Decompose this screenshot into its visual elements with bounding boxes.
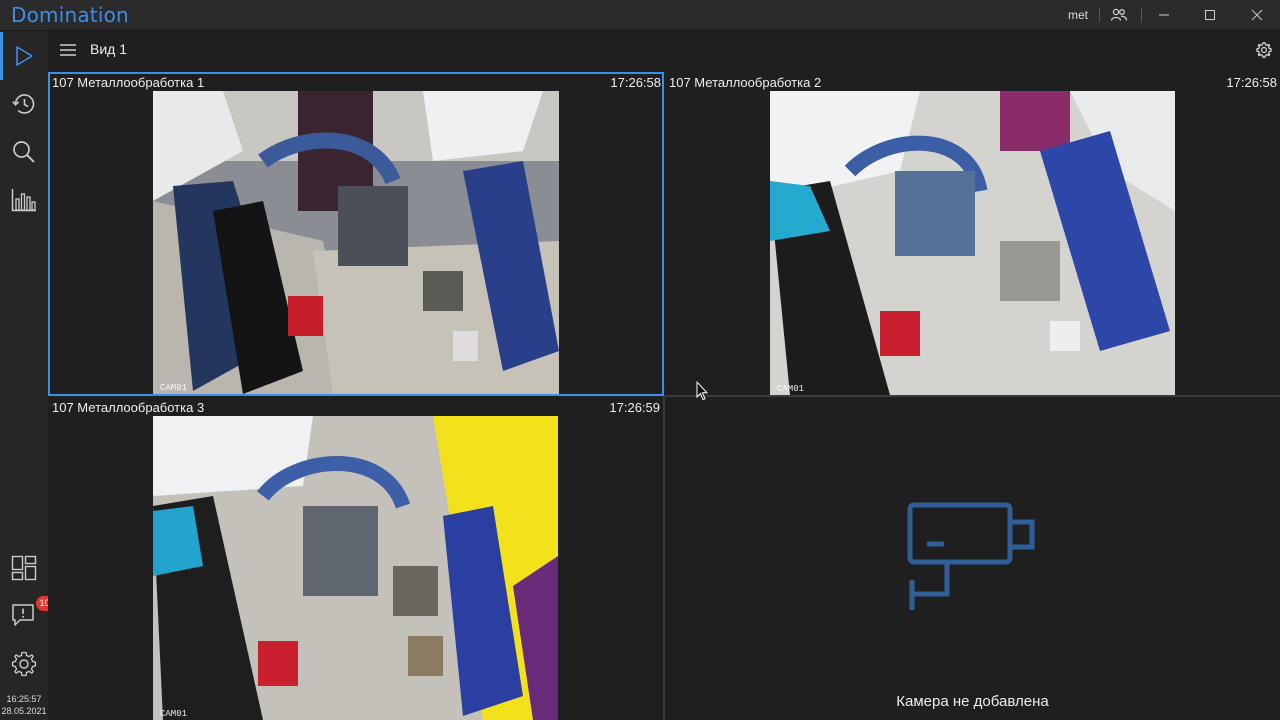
search-icon — [13, 141, 35, 163]
camera-title: 107 Металлообработка 1 — [52, 75, 205, 90]
camera-timestamp: 17:26:58 — [610, 75, 661, 90]
gear-icon — [1256, 42, 1272, 58]
sidebar-item-reports[interactable] — [0, 176, 48, 224]
view-settings-button[interactable] — [1252, 38, 1276, 62]
camera-tile[interactable]: 107 Металлообработка 3 17:26:59 CAM01 — [48, 397, 663, 720]
camera-timestamp: 17:26:58 — [1226, 75, 1277, 90]
system-clock: 16:25:57 28.05.2021 — [0, 693, 48, 717]
video-frame-image — [153, 416, 558, 720]
hamburger-menu-button[interactable] — [56, 38, 80, 62]
history-icon — [12, 94, 35, 114]
camera-title: 107 Металлообработка 2 — [669, 75, 822, 90]
view-title: Вид 1 — [90, 41, 128, 57]
empty-slot-text: Камера не добавлена — [896, 693, 1049, 710]
camera-overlay-label: CAM01 — [160, 383, 188, 393]
title-bar: Domination met — [0, 0, 1280, 31]
clock-time: 16:25:57 — [6, 694, 42, 704]
video-frame-image — [770, 91, 1175, 395]
camera-video[interactable]: CAM01 — [770, 91, 1175, 395]
sidebar-item-search[interactable] — [0, 128, 48, 176]
camera-icon — [907, 502, 1035, 610]
camera-video[interactable]: CAM01 — [153, 91, 559, 394]
layout-grid-icon — [11, 555, 37, 581]
camera-tile[interactable]: 107 Металлообработка 1 17:26:58 CAM01 — [48, 72, 664, 396]
users-icon — [1110, 8, 1128, 21]
bar-chart-icon — [11, 189, 36, 212]
message-alert-icon — [12, 604, 34, 626]
sidebar-item-archive[interactable] — [0, 80, 48, 128]
camera-overlay-label: CAM01 — [160, 709, 188, 719]
empty-camera-slot[interactable]: Камера не добавлена — [665, 397, 1280, 720]
close-icon — [1251, 9, 1263, 21]
sidebar-item-layouts[interactable] — [0, 544, 48, 592]
video-frame-image — [153, 91, 559, 394]
sidebar-item-settings[interactable] — [0, 640, 48, 688]
camera-overlay-label: CAM01 — [777, 384, 805, 394]
camera-timestamp: 17:26:59 — [609, 400, 660, 415]
maximize-icon — [1205, 10, 1215, 20]
camera-tile[interactable]: 107 Металлообработка 2 17:26:58 CAM01 — [665, 72, 1280, 395]
camera-title: 107 Металлообработка 3 — [52, 400, 205, 415]
clock-date: 28.05.2021 — [1, 706, 47, 716]
gear-icon — [11, 651, 37, 677]
close-button[interactable] — [1234, 0, 1280, 30]
play-icon — [16, 46, 33, 66]
users-button[interactable] — [1096, 0, 1142, 30]
minimize-button[interactable] — [1141, 0, 1187, 30]
sidebar: 100 16:25:57 28.05.2021 — [0, 31, 58, 720]
hamburger-icon — [60, 44, 76, 56]
app-logo: Domination — [11, 3, 129, 27]
active-indicator — [0, 32, 3, 80]
mouse-cursor-icon — [696, 381, 708, 401]
minimize-icon — [1159, 14, 1169, 16]
camera-video[interactable]: CAM01 — [153, 416, 558, 720]
maximize-button[interactable] — [1187, 0, 1233, 30]
sidebar-item-live-view[interactable] — [0, 32, 48, 80]
sidebar-item-events[interactable]: 100 — [0, 592, 58, 640]
user-name[interactable]: met — [1058, 0, 1098, 30]
